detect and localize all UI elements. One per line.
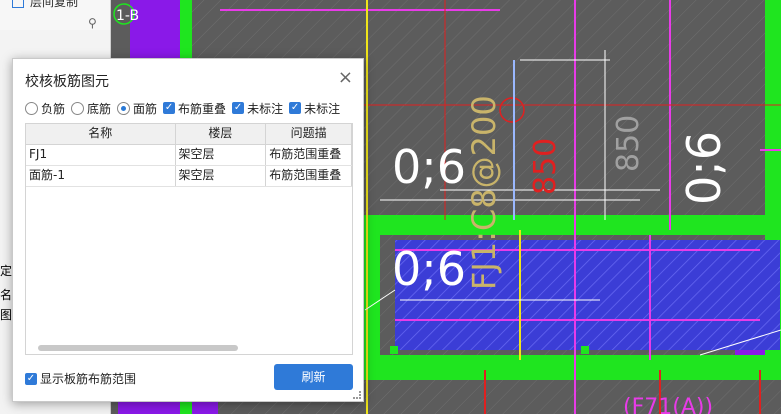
copy-icon[interactable] [12,0,24,8]
layer-copy-button[interactable]: 层间复制 [30,0,78,10]
checkbox-checked-icon[interactable]: ✓ [25,372,37,385]
toolbar: 层间复制 ⚲ [0,0,111,30]
result-table[interactable]: 名称 楼层 问题描 FJ1 架空层 布筋范围重叠 面筋-1 架空层 布筋范围重叠 [25,123,353,355]
table-row[interactable]: FJ1 架空层 布筋范围重叠 [26,145,352,166]
refresh-button[interactable]: 刷新 [274,364,353,390]
cell-name: 面筋-1 [26,166,176,186]
cell-issue: 布筋范围重叠 [266,166,352,186]
cell-floor: 架空层 [176,145,267,165]
option-bottom-rebar[interactable]: 底筋 [71,100,111,117]
rebar-label: FJ1:C8@200 [465,95,503,290]
search-icon[interactable]: ⚲ [88,16,97,30]
check-rebar-dialog: 校核板筋图元 × 负筋 底筋 面筋 ✓ 布筋重叠 ✓ 未标注 ✓ 未标注 名称 楼层 … [12,58,364,402]
axis-label: 1-B [116,8,139,24]
dialog-title: 校核板筋图元 [25,74,109,90]
option-top-rebar[interactable]: 面筋 [117,100,157,117]
radio-icon[interactable] [25,101,38,115]
checkbox-checked-icon[interactable]: ✓ [232,102,245,114]
show-range-checkbox[interactable]: ✓ 显示板筋布筋范围 [25,370,136,387]
radio-selected-icon[interactable] [117,101,131,115]
checkbox-checked-icon[interactable]: ✓ [289,102,302,114]
cell-issue: 布筋范围重叠 [266,145,352,165]
option-overlap-check[interactable]: ✓ 布筋重叠 [163,100,226,117]
dimension-text-right: 0;6 [677,131,731,205]
column-issue-header[interactable]: 问题描 [266,124,352,144]
filter-options: 负筋 底筋 面筋 ✓ 布筋重叠 ✓ 未标注 ✓ 未标注 [25,99,346,117]
table-header: 名称 楼层 问题描 [26,124,352,145]
resize-grip-icon[interactable] [353,391,361,399]
column-name-header[interactable]: 名称 [26,124,176,144]
option-unlabeled-check-2[interactable]: ✓ 未标注 [289,100,340,117]
show-range-label: 显示板筋布筋范围 [40,372,137,386]
red-dimension: 850 [528,138,563,195]
gray-dimension: 850 [611,115,646,172]
left-panel-label: 名 [0,288,13,302]
option-negative-rebar[interactable]: 负筋 [25,100,65,117]
left-panel-label: 图 [0,308,13,322]
bottom-label: (F71(A)) [623,395,713,414]
cell-floor: 架空层 [176,166,267,186]
dimension-text-upper: 0;6 [392,140,466,194]
option-unlabeled-check[interactable]: ✓ 未标注 [232,100,283,117]
horizontal-scrollbar[interactable] [38,345,238,351]
checkbox-checked-icon[interactable]: ✓ [163,102,176,114]
radio-icon[interactable] [71,101,85,115]
column-floor-header[interactable]: 楼层 [176,124,267,144]
close-icon[interactable]: × [338,67,353,88]
dimension-text-lower: 0;6 [392,242,466,296]
cell-name: FJ1 [26,145,176,165]
table-row[interactable]: 面筋-1 架空层 布筋范围重叠 [26,166,352,187]
